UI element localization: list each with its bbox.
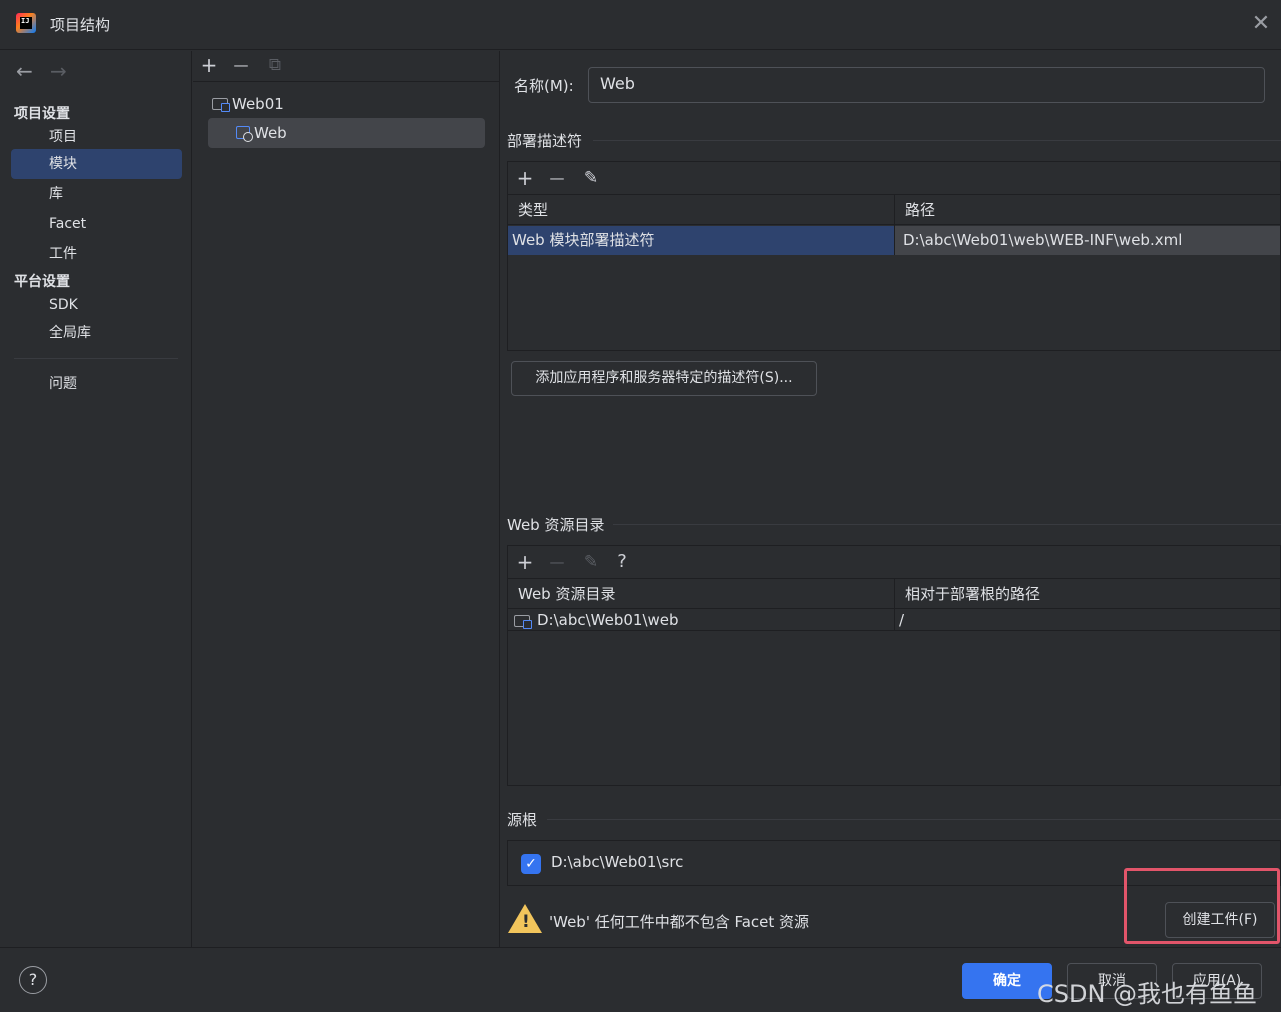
- logo-text: IJ: [21, 17, 30, 25]
- sidebar-item-sdk[interactable]: SDK: [11, 290, 182, 320]
- folder-icon: [514, 615, 532, 629]
- tree-toolbar: + — ⧉: [193, 51, 500, 82]
- column-header-web-resource-dir[interactable]: Web 资源目录: [508, 579, 894, 609]
- tree-node-web01[interactable]: Web01: [208, 89, 485, 119]
- name-input[interactable]: Web: [588, 67, 1265, 103]
- remove-icon[interactable]: —: [545, 548, 569, 576]
- back-arrow-icon[interactable]: ←: [16, 59, 33, 83]
- table-row-selected[interactable]: Web 模块部署描述符: [508, 226, 894, 255]
- dialog-footer: ? 确定 取消 应用(A) CSDN @我也有鱼鱼蒸: [0, 947, 1281, 1012]
- help-icon[interactable]: ?: [19, 966, 47, 994]
- table-row-path[interactable]: D:\abc\Web01\web\WEB-INF\web.xml: [895, 226, 1280, 255]
- deploy-descriptors-heading: 部署描述符: [507, 132, 583, 150]
- intellij-logo-icon: IJ: [16, 13, 36, 33]
- add-icon[interactable]: +: [197, 51, 221, 79]
- create-artifact-button[interactable]: 创建工件(F): [1165, 902, 1275, 938]
- cell-relative-path: /: [899, 611, 905, 629]
- facet-settings-panel: 名称(M): Web 部署描述符 + — ✎ 类型 路径 Web 模块部署描述符…: [501, 51, 1281, 947]
- help-icon[interactable]: ?: [610, 548, 634, 576]
- settings-sidebar: ← → 项目设置 项目 模块 库 Facet 工件 平台设置 SDK 全局库 问…: [0, 51, 192, 947]
- module-folder-icon: [212, 98, 230, 112]
- column-header-path[interactable]: 路径: [895, 195, 1280, 225]
- title-bar: IJ 项目结构 ✕: [0, 0, 1281, 50]
- edit-icon[interactable]: ✎: [579, 164, 603, 192]
- source-roots-heading: 源根: [507, 811, 538, 829]
- add-server-descriptor-button[interactable]: 添加应用程序和服务器特定的描述符(S)...: [511, 361, 817, 396]
- window-title: 项目结构: [50, 16, 111, 34]
- copy-icon[interactable]: ⧉: [263, 51, 287, 79]
- sidebar-item-facets[interactable]: Facet: [11, 209, 182, 239]
- cell-path: D:\abc\Web01\web\WEB-INF\web.xml: [903, 231, 1183, 249]
- sidebar-item-artifacts[interactable]: 工件: [11, 239, 182, 269]
- project-settings-heading: 项目设置: [14, 106, 70, 122]
- group-divider: [547, 819, 1281, 820]
- platform-settings-heading: 平台设置: [14, 274, 70, 290]
- warning-icon: !: [508, 904, 542, 933]
- name-label: 名称(M):: [514, 77, 574, 95]
- web-resource-table: + — ✎ ? Web 资源目录 相对于部署根的路径 D:\abc\Web01\…: [507, 545, 1281, 786]
- warning-message: 'Web' 任何工件中都不包含 Facet 资源: [549, 913, 810, 931]
- remove-icon[interactable]: —: [545, 164, 569, 192]
- source-root-checkbox[interactable]: ✓: [521, 854, 541, 874]
- close-icon[interactable]: ✕: [1250, 13, 1272, 35]
- sidebar-divider: [14, 358, 178, 359]
- tree-node-web[interactable]: Web: [208, 118, 485, 148]
- cell-type: Web 模块部署描述符: [512, 231, 655, 249]
- forward-arrow-icon[interactable]: →: [50, 59, 67, 83]
- sidebar-item-project[interactable]: 项目: [11, 122, 182, 152]
- cell-web-resource-dir: D:\abc\Web01\web: [537, 611, 679, 629]
- web-resource-toolbar: + — ✎ ?: [508, 546, 1280, 579]
- column-header-relative-path[interactable]: 相对于部署根的路径: [895, 579, 1280, 609]
- deploy-table-toolbar: + — ✎: [508, 162, 1280, 195]
- deploy-descriptor-table: + — ✎ 类型 路径 Web 模块部署描述符 D:\abc\Web01\web…: [507, 161, 1281, 351]
- edit-icon[interactable]: ✎: [579, 548, 603, 576]
- web-resource-dirs-heading: Web 资源目录: [507, 516, 605, 534]
- sidebar-item-libraries[interactable]: 库: [11, 179, 182, 209]
- tree-node-label: Web: [254, 124, 287, 142]
- remove-icon[interactable]: —: [229, 51, 253, 79]
- source-root-path: D:\abc\Web01\src: [551, 853, 684, 871]
- table-row[interactable]: D:\abc\Web01\web /: [508, 609, 1280, 631]
- sidebar-item-global-libraries[interactable]: 全局库: [11, 318, 182, 348]
- group-divider: [613, 524, 1281, 525]
- tree-node-label: Web01: [232, 95, 284, 113]
- sidebar-item-modules[interactable]: 模块: [11, 149, 182, 179]
- web-facet-icon: [236, 126, 253, 142]
- add-icon[interactable]: +: [513, 164, 537, 192]
- group-divider: [593, 140, 1281, 141]
- add-icon[interactable]: +: [513, 548, 537, 576]
- module-tree-panel: + — ⧉ Web01 Web: [193, 51, 500, 947]
- csdn-watermark: CSDN @我也有鱼鱼蒸: [1037, 980, 1258, 1008]
- column-header-type[interactable]: 类型: [508, 195, 894, 225]
- sidebar-item-problems[interactable]: 问题: [11, 369, 182, 399]
